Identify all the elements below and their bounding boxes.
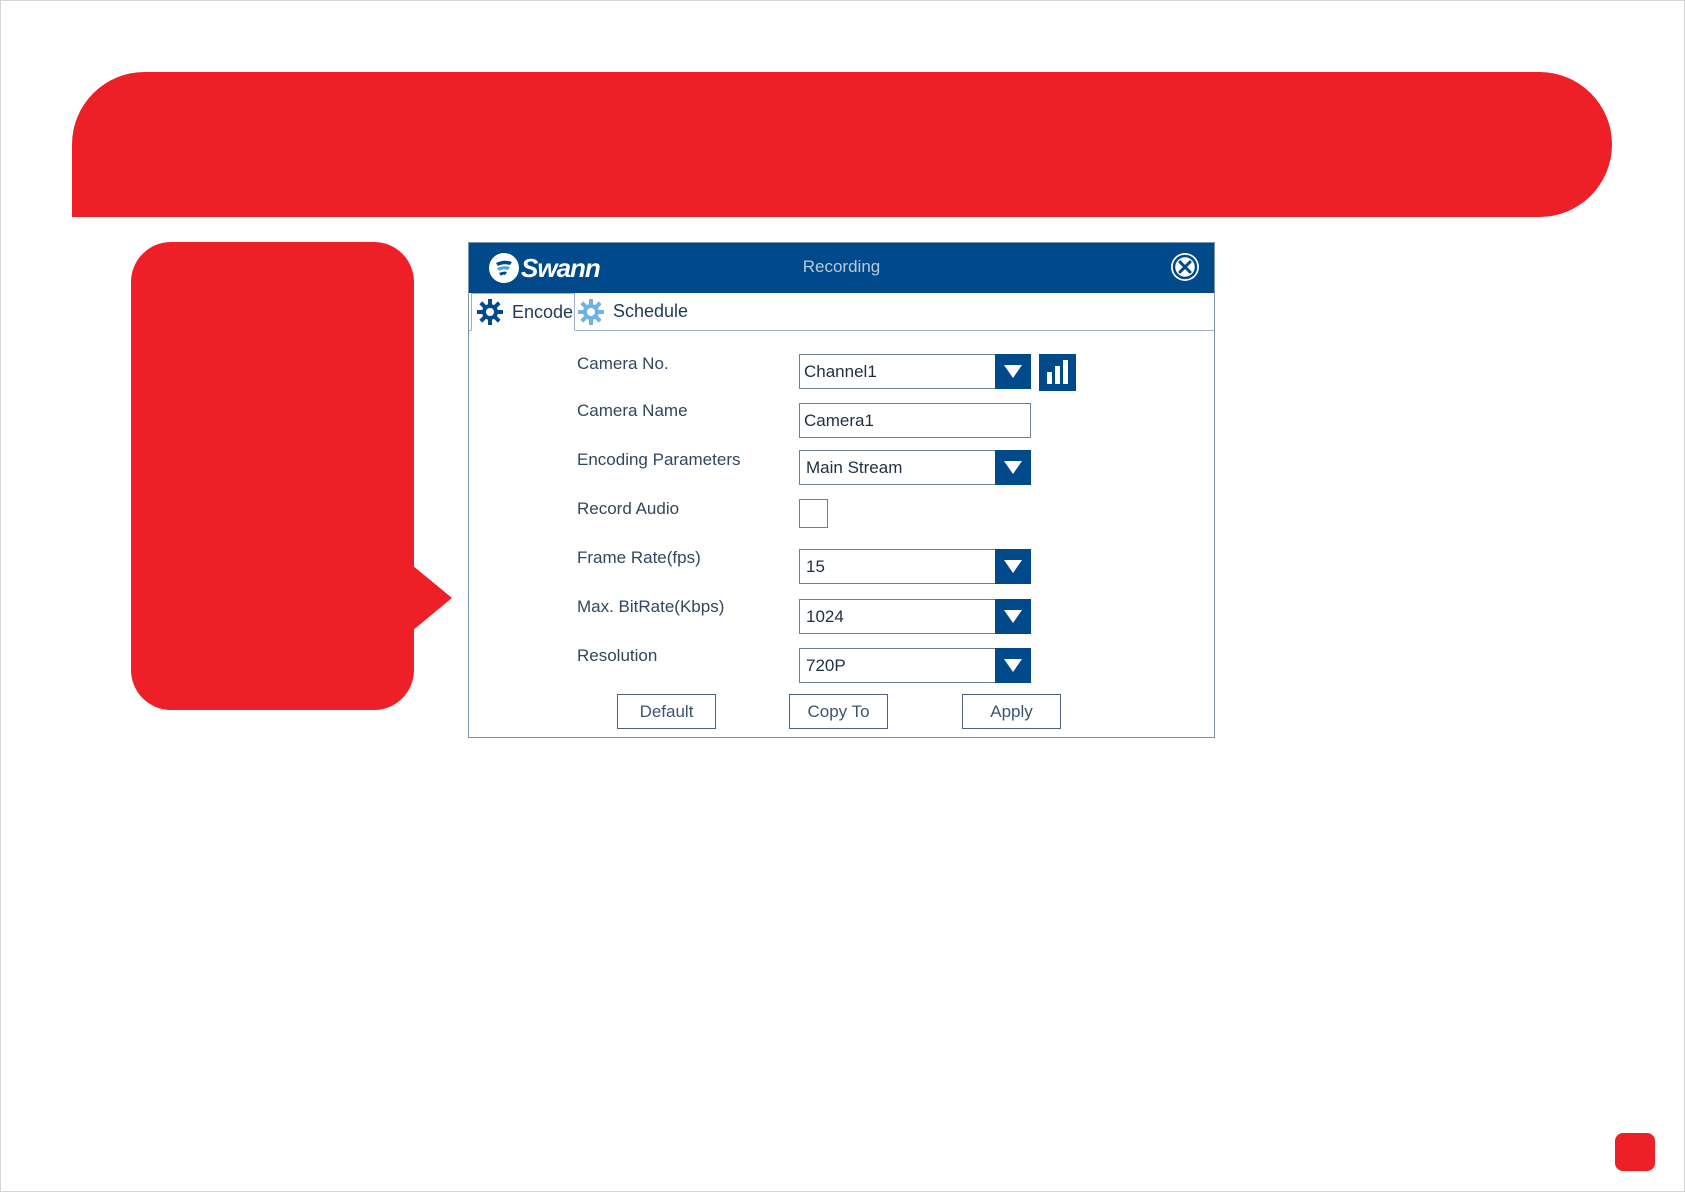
chevron-down-icon[interactable]: [995, 450, 1031, 485]
max-bitrate-value: 1024: [806, 606, 844, 626]
encoding-parameters-label: Encoding Parameters: [577, 450, 741, 469]
tab-bar: Encode Schedule: [469, 293, 1214, 331]
max-bitrate-label: Max. BitRate(Kbps): [577, 597, 725, 616]
chevron-down-icon[interactable]: [995, 648, 1031, 683]
apply-button[interactable]: Apply: [962, 694, 1061, 729]
camera-name-input[interactable]: Camera1: [799, 403, 1031, 438]
tab-encode-label: Encode: [512, 301, 574, 322]
callout-pointer: [412, 565, 452, 631]
gear-icon: [578, 298, 604, 325]
close-icon: [1172, 254, 1198, 280]
tab-schedule-label: Schedule: [613, 301, 689, 321]
max-bitrate-select[interactable]: 1024: [799, 599, 1031, 634]
chevron-down-icon[interactable]: [995, 354, 1031, 389]
camera-name-label: Camera Name: [577, 401, 688, 420]
gear-icon: [477, 299, 503, 325]
callout-bubble: [131, 242, 414, 710]
frame-rate-value: 15: [806, 556, 825, 576]
camera-no-label: Camera No.: [577, 354, 669, 373]
camera-no-value: Channel1: [804, 361, 877, 381]
resolution-value: 720P: [806, 655, 846, 675]
encoding-parameters-select[interactable]: Main Stream: [799, 450, 1031, 485]
close-button[interactable]: [1171, 253, 1199, 281]
signal-bars-icon: [1047, 360, 1068, 384]
chevron-down-icon[interactable]: [995, 549, 1031, 584]
record-audio-label: Record Audio: [577, 499, 680, 518]
camera-name-value: Camera1: [804, 410, 874, 430]
tab-encode[interactable]: Encode: [471, 293, 575, 331]
copy-to-button[interactable]: Copy To: [789, 694, 888, 729]
dialog-titlebar: Swann Recording: [469, 243, 1214, 293]
chevron-down-icon[interactable]: [995, 599, 1031, 634]
record-audio-checkbox[interactable]: [799, 499, 828, 528]
header-banner: [72, 72, 1612, 217]
resolution-label: Resolution: [577, 646, 658, 665]
frame-rate-select[interactable]: 15: [799, 549, 1031, 584]
camera-no-select[interactable]: Channel1: [799, 354, 1031, 389]
signal-strength-button[interactable]: [1039, 354, 1076, 391]
frame-rate-label: Frame Rate(fps): [577, 548, 701, 567]
resolution-select[interactable]: 720P: [799, 648, 1031, 683]
default-button[interactable]: Default: [617, 694, 716, 729]
encoding-parameters-value: Main Stream: [806, 457, 903, 477]
recording-dialog: Swann Recording Encode Schedule Camera N…: [468, 242, 1215, 738]
dialog-title: Recording: [802, 257, 881, 276]
tab-schedule[interactable]: Schedule: [577, 293, 697, 330]
page-badge: [1615, 1133, 1655, 1171]
